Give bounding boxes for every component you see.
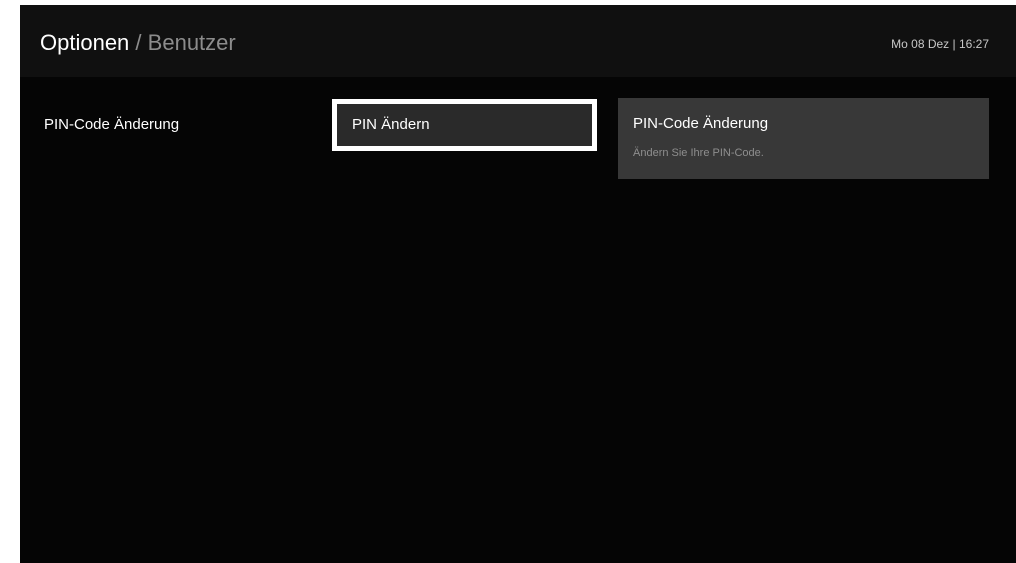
info-title: PIN-Code Änderung bbox=[633, 115, 769, 132]
info-panel: PIN-Code Änderung Ändern Sie Ihre PIN-Co… bbox=[618, 98, 989, 179]
breadcrumb: Optionen / Benutzer bbox=[40, 29, 236, 57]
breadcrumb-title: Optionen bbox=[40, 30, 130, 55]
menu-item-pin-code-change[interactable]: PIN-Code Änderung bbox=[44, 116, 179, 133]
change-pin-button[interactable]: PIN Ändern bbox=[332, 99, 597, 151]
date-time: Mo 08 Dez | 16:27 bbox=[891, 37, 989, 51]
change-pin-label: PIN Ändern bbox=[352, 116, 430, 133]
header-bar: Optionen / Benutzer Mo 08 Dez | 16:27 bbox=[20, 5, 1016, 77]
breadcrumb-subtitle: Benutzer bbox=[147, 30, 236, 55]
info-description: Ändern Sie Ihre PIN-Code. bbox=[633, 147, 764, 159]
tv-screen: Optionen / Benutzer Mo 08 Dez | 16:27 PI… bbox=[20, 5, 1016, 563]
breadcrumb-separator: / bbox=[135, 30, 142, 55]
